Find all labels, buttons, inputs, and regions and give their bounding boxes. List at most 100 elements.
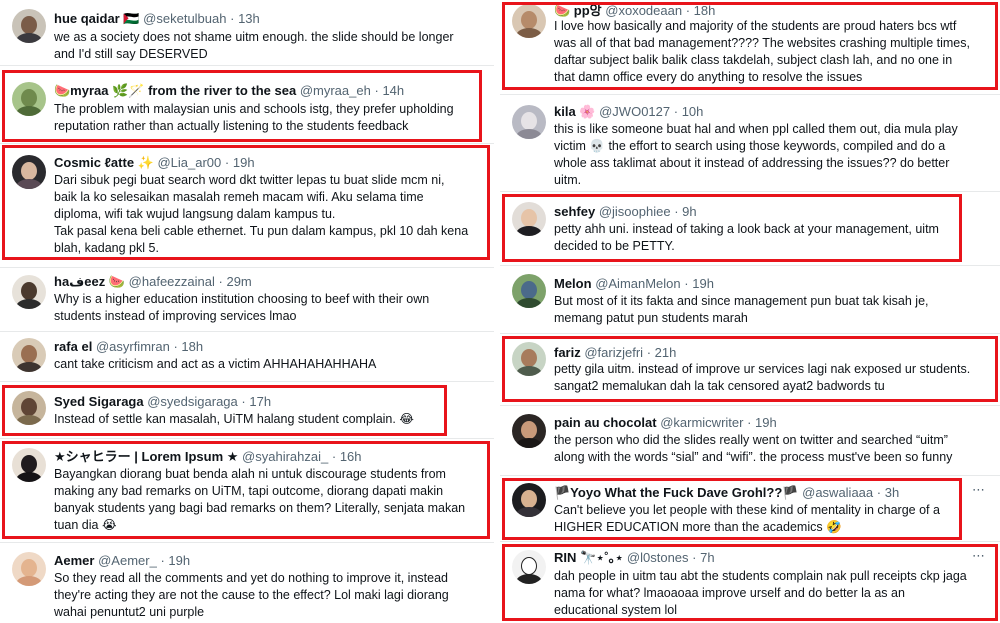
timestamp[interactable]: 19h (692, 276, 714, 291)
tweet[interactable]: sehfey @jisoophiee · 9h petty ahh uni. i… (500, 192, 1000, 266)
display-name[interactable]: hue qaidar 🇵🇸 (54, 11, 140, 26)
username[interactable]: @karmicwriter (660, 415, 743, 430)
tweet-header: haفeez 🍉 @hafeezzainal · 29m (54, 274, 252, 289)
tweet-text: Bayangkan diorang buat benda alah ni unt… (54, 467, 466, 532)
avatar[interactable] (512, 342, 546, 376)
tweet[interactable]: 🏴Yoyo What the Fuck Dave Grohl??🏴 @aswal… (500, 476, 1000, 542)
tweet[interactable]: Syed Sigaraga @syedsigaraga · 17h Instea… (0, 382, 494, 439)
timestamp[interactable]: 10h (682, 104, 704, 119)
avatar[interactable] (512, 550, 546, 584)
avatar[interactable] (12, 155, 46, 189)
timestamp[interactable]: 14h (382, 83, 404, 98)
username[interactable]: @myraa_eh (300, 83, 371, 98)
avatar[interactable] (512, 483, 546, 517)
username[interactable]: @Lia_ar00 (157, 155, 221, 170)
tweet-header: sehfey @jisoophiee · 9h (554, 204, 697, 219)
avatar[interactable] (12, 9, 46, 43)
username[interactable]: @seketulbuah (143, 11, 226, 26)
timestamp[interactable]: 21h (655, 345, 677, 360)
tweet-text: cant take criticism and act as a victim … (54, 357, 377, 371)
username[interactable]: @syahirahzai_ (242, 449, 328, 464)
avatar[interactable] (512, 105, 546, 139)
tweet-text: The problem with malaysian unis and scho… (54, 102, 454, 133)
avatar[interactable] (12, 82, 46, 116)
username[interactable]: @syedsigaraga (147, 394, 238, 409)
tweet-text: dah people in uitm tau abt the students … (554, 569, 967, 617)
username[interactable]: @asyrfimran (96, 339, 170, 354)
username[interactable]: @AimanMelon (595, 276, 680, 291)
display-name[interactable]: 🍉myraa 🌿🪄 from the river to the sea (54, 83, 296, 98)
tweet[interactable]: rafa el @asyrfimran · 18h cant take crit… (0, 332, 494, 382)
tweet-header: rafa el @asyrfimran · 18h (54, 339, 204, 354)
tweet-text: this is like someone buat hal and when p… (554, 122, 958, 187)
tweet-text: petty ahh uni. instead of taking a look … (554, 222, 939, 253)
more-options-icon[interactable]: ⋯ (972, 483, 986, 496)
tweet[interactable]: RIN 🔭⋆˚｡⋆ @l0stones · 7h dah people in u… (500, 542, 1000, 623)
tweet[interactable]: hue qaidar 🇵🇸 @seketulbuah · 13h we as a… (0, 0, 494, 66)
avatar[interactable] (12, 338, 46, 372)
display-name[interactable]: Syed Sigaraga (54, 394, 144, 409)
display-name[interactable]: Cosmic ℓatte ✨ (54, 155, 154, 170)
tweet-header: 🍉myraa 🌿🪄 from the river to the sea @myr… (54, 83, 405, 98)
timestamp[interactable]: 17h (249, 394, 271, 409)
tweet-text: But most of it its fakta and since manag… (554, 294, 929, 325)
username[interactable]: @l0stones (627, 550, 689, 565)
username[interactable]: @JWO0127 (599, 104, 670, 119)
timestamp[interactable]: 13h (238, 11, 260, 26)
timestamp[interactable]: 19h (755, 415, 777, 430)
timestamp[interactable]: 29m (226, 274, 251, 289)
tweet-header: 🏴Yoyo What the Fuck Dave Grohl??🏴 @aswal… (554, 485, 900, 500)
more-options-icon[interactable]: ⋯ (972, 549, 986, 562)
avatar[interactable] (12, 448, 46, 482)
display-name[interactable]: 🏴Yoyo What the Fuck Dave Grohl??🏴 (554, 485, 799, 500)
tweet-header: Aemer @Aemer_ · 19h (54, 553, 191, 568)
display-name[interactable]: pain au chocolat (554, 415, 657, 430)
display-name[interactable]: ★シャヒラー | Lorem Ipsum ★ (54, 449, 238, 464)
username[interactable]: @jisoophiee (599, 204, 671, 219)
display-name[interactable]: fariz (554, 345, 581, 360)
tweet[interactable]: Aemer @Aemer_ · 19h So they read all the… (0, 543, 494, 623)
timestamp[interactable]: 18h (694, 3, 716, 18)
tweet-text: Instead of settle kan masalah, UiTM hala… (54, 412, 414, 426)
tweet[interactable]: 🍉 pp앙 @xoxodeaan · 18h I love how basica… (500, 0, 1000, 95)
display-name[interactable]: 🍉 pp앙 (554, 3, 602, 18)
display-name[interactable]: Melon (554, 276, 592, 291)
avatar[interactable] (512, 414, 546, 448)
timestamp[interactable]: 9h (682, 204, 696, 219)
timestamp[interactable]: 16h (340, 449, 362, 464)
display-name[interactable]: haفeez 🍉 (54, 274, 125, 289)
timestamp[interactable]: 19h (233, 155, 255, 170)
username[interactable]: @hafeezzainal (129, 274, 215, 289)
display-name[interactable]: rafa el (54, 339, 92, 354)
timestamp[interactable]: 19h (168, 553, 190, 568)
avatar[interactable] (12, 275, 46, 309)
tweet[interactable]: haفeez 🍉 @hafeezzainal · 29m Why is a hi… (0, 268, 494, 332)
username[interactable]: @farizjefri (584, 345, 643, 360)
display-name[interactable]: RIN 🔭⋆˚｡⋆ (554, 550, 623, 565)
avatar[interactable] (512, 4, 546, 38)
tweet-text: I love how basically and majority of the… (554, 19, 970, 84)
tweet-header: pain au chocolat @karmicwriter · 19h (554, 415, 777, 430)
display-name[interactable]: Aemer (54, 553, 94, 568)
display-name[interactable]: kila 🌸 (554, 104, 595, 119)
tweet[interactable]: pain au chocolat @karmicwriter · 19h the… (500, 406, 1000, 476)
tweet[interactable]: ★シャヒラー | Lorem Ipsum ★ @syahirahzai_ · 1… (0, 439, 494, 543)
tweet[interactable]: kila 🌸 @JWO0127 · 10h this is like someo… (500, 95, 1000, 192)
username[interactable]: @Aemer_ (98, 553, 157, 568)
timestamp[interactable]: 7h (700, 550, 714, 565)
tweet-text: Why is a higher education institution ch… (54, 292, 430, 323)
timestamp[interactable]: 18h (181, 339, 203, 354)
avatar[interactable] (512, 274, 546, 308)
tweet[interactable]: fariz @farizjefri · 21h petty gila uitm.… (500, 334, 1000, 406)
avatar[interactable] (512, 202, 546, 236)
avatar[interactable] (12, 391, 46, 425)
tweet[interactable]: 🍉myraa 🌿🪄 from the river to the sea @myr… (0, 66, 494, 144)
display-name[interactable]: sehfey (554, 204, 595, 219)
tweet[interactable]: Cosmic ℓatte ✨ @Lia_ar00 · 19h Dari sibu… (0, 144, 494, 268)
tweet-header: 🍉 pp앙 @xoxodeaan · 18h (554, 3, 716, 18)
username[interactable]: @aswaliaaa (802, 485, 873, 500)
tweet[interactable]: Melon @AimanMelon · 19h But most of it i… (500, 266, 1000, 334)
avatar[interactable] (12, 552, 46, 586)
timestamp[interactable]: 3h (885, 485, 899, 500)
username[interactable]: @xoxodeaan (605, 3, 682, 18)
